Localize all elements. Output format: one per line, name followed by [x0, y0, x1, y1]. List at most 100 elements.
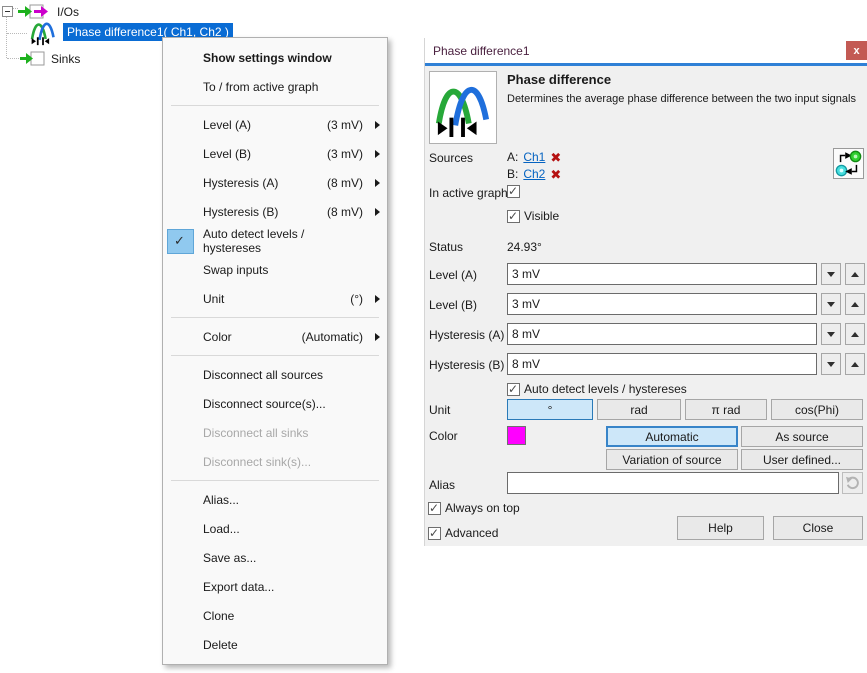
connect-source-sink-button[interactable]: [833, 148, 864, 179]
help-button[interactable]: Help: [677, 516, 764, 540]
level-a-label: Level (A): [429, 268, 477, 282]
menu-item-label: Hysteresis (A): [203, 176, 278, 190]
window-title: Phase difference1: [433, 44, 530, 58]
menu-item-label: Clone: [203, 609, 234, 623]
menu-item-label: Alias...: [203, 493, 239, 507]
menu-item-label: Color: [203, 330, 232, 344]
source-b-prefix: B:: [507, 167, 518, 181]
in-active-graph-checkbox[interactable]: [507, 185, 520, 198]
arrow-up-icon: [851, 362, 859, 367]
visible-checkbox[interactable]: [507, 210, 520, 223]
hysteresis-a-spin-up-button[interactable]: [845, 323, 865, 345]
menu-item-label: To / from active graph: [203, 80, 318, 94]
visible-label: Visible: [524, 209, 559, 223]
menu-separator: [171, 480, 379, 481]
level-a-spin-up-button[interactable]: [845, 263, 865, 285]
level-b-spin-down-button[interactable]: [821, 293, 841, 315]
remove-source-b-icon[interactable]: ✖: [550, 169, 561, 180]
menu-item-hysteresis-a[interactable]: Hysteresis (A) (8 mV): [163, 168, 387, 197]
arrow-down-icon: [827, 272, 835, 277]
advanced-checkbox[interactable]: [428, 527, 441, 540]
color-swatch[interactable]: [507, 426, 526, 445]
color-user-defined-button[interactable]: User defined...: [741, 449, 863, 470]
menu-item-label: Disconnect all sinks: [203, 426, 308, 440]
settings-window: Phase difference1 x Phase difference Det…: [424, 38, 867, 546]
settings-window-titlebar: Phase difference1 x: [425, 38, 867, 63]
menu-item-load[interactable]: Load...: [163, 514, 387, 543]
menu-item-to-from-active-graph[interactable]: To / from active graph: [163, 72, 387, 101]
menu-item-show-settings[interactable]: Show settings window: [163, 43, 387, 72]
menu-item-value: (8 mV): [327, 205, 365, 219]
menu-separator: [171, 317, 379, 318]
submenu-arrow-icon: [375, 295, 380, 303]
hysteresis-a-label: Hysteresis (A): [429, 328, 504, 342]
source-b-link[interactable]: Ch2: [523, 167, 545, 181]
unit-rad-button[interactable]: rad: [597, 399, 681, 420]
menu-item-label: Level (A): [203, 118, 251, 132]
menu-item-value: (°): [350, 292, 365, 306]
hysteresis-b-spin-up-button[interactable]: [845, 353, 865, 375]
menu-item-label: Disconnect all sources: [203, 368, 323, 382]
menu-item-label: Load...: [203, 522, 240, 536]
unit-pi-rad-button[interactable]: π rad: [685, 399, 767, 420]
menu-item-label: Disconnect source(s)...: [203, 397, 326, 411]
alias-label: Alias: [429, 478, 455, 492]
block-description: Determines the average phase difference …: [507, 93, 859, 105]
level-a-input[interactable]: [507, 263, 817, 285]
color-automatic-button[interactable]: Automatic: [606, 426, 738, 447]
menu-item-label: Delete: [203, 638, 238, 652]
always-on-top-checkbox[interactable]: [428, 502, 441, 515]
close-window-button[interactable]: x: [846, 41, 867, 60]
status-value: 24.93°: [507, 240, 542, 254]
submenu-arrow-icon: [375, 121, 380, 129]
in-active-graph-label: In active graph: [429, 186, 508, 200]
hysteresis-b-label: Hysteresis (B): [429, 358, 504, 372]
close-button[interactable]: Close: [773, 516, 863, 540]
source-sink-routing-icon: [834, 149, 863, 178]
always-on-top-label: Always on top: [445, 501, 520, 515]
color-variation-of-source-button[interactable]: Variation of source: [606, 449, 738, 470]
submenu-arrow-icon: [375, 179, 380, 187]
alias-input[interactable]: [507, 472, 839, 494]
menu-item-alias[interactable]: Alias...: [163, 485, 387, 514]
menu-item-clone[interactable]: Clone: [163, 601, 387, 630]
tree-connector-line: [7, 58, 19, 59]
menu-item-label: Disconnect sink(s)...: [203, 455, 311, 469]
color-as-source-button[interactable]: As source: [741, 426, 863, 447]
menu-item-save-as[interactable]: Save as...: [163, 543, 387, 572]
menu-item-disconnect-all-sources[interactable]: Disconnect all sources: [163, 360, 387, 389]
menu-item-label: Export data...: [203, 580, 274, 594]
source-a-link[interactable]: Ch1: [523, 150, 545, 164]
unit-cos-phi-button[interactable]: cos(Phi): [771, 399, 863, 420]
level-a-spin-down-button[interactable]: [821, 263, 841, 285]
menu-item-color[interactable]: Color(Automatic): [163, 322, 387, 351]
hysteresis-a-spin-down-button[interactable]: [821, 323, 841, 345]
hysteresis-b-input[interactable]: [507, 353, 817, 375]
remove-source-a-icon[interactable]: ✖: [550, 152, 561, 163]
collapse-expander-icon[interactable]: [2, 6, 13, 17]
menu-item-delete[interactable]: Delete: [163, 630, 387, 659]
auto-detect-checkbox[interactable]: [507, 383, 520, 396]
menu-item-value: (8 mV): [327, 176, 365, 190]
level-b-spin-up-button[interactable]: [845, 293, 865, 315]
undo-icon: [846, 476, 860, 490]
alias-reset-button[interactable]: [842, 472, 863, 494]
menu-item-level-a[interactable]: Level (A)(3 mV): [163, 110, 387, 139]
level-b-input[interactable]: [507, 293, 817, 315]
menu-item-disconnect-sources[interactable]: Disconnect source(s)...: [163, 389, 387, 418]
unit-degrees-button[interactable]: °: [507, 399, 593, 420]
submenu-arrow-icon: [375, 208, 380, 216]
menu-item-auto-detect[interactable]: Auto detect levels / hystereses: [163, 226, 387, 255]
menu-item-export-data[interactable]: Export data...: [163, 572, 387, 601]
menu-checkmark-icon: [167, 229, 194, 254]
menu-item-hysteresis-b[interactable]: Hysteresis (B)(8 mV): [163, 197, 387, 226]
menu-separator: [171, 105, 379, 106]
status-label: Status: [429, 240, 463, 254]
menu-item-level-b[interactable]: Level (B)(3 mV): [163, 139, 387, 168]
settings-window-body: Phase difference Determines the average …: [425, 66, 867, 546]
menu-item-swap-inputs[interactable]: Swap inputs: [163, 255, 387, 284]
hysteresis-a-input[interactable]: [507, 323, 817, 345]
tree-item-sinks[interactable]: Sinks: [20, 50, 80, 67]
menu-item-unit[interactable]: Unit(°): [163, 284, 387, 313]
hysteresis-b-spin-down-button[interactable]: [821, 353, 841, 375]
